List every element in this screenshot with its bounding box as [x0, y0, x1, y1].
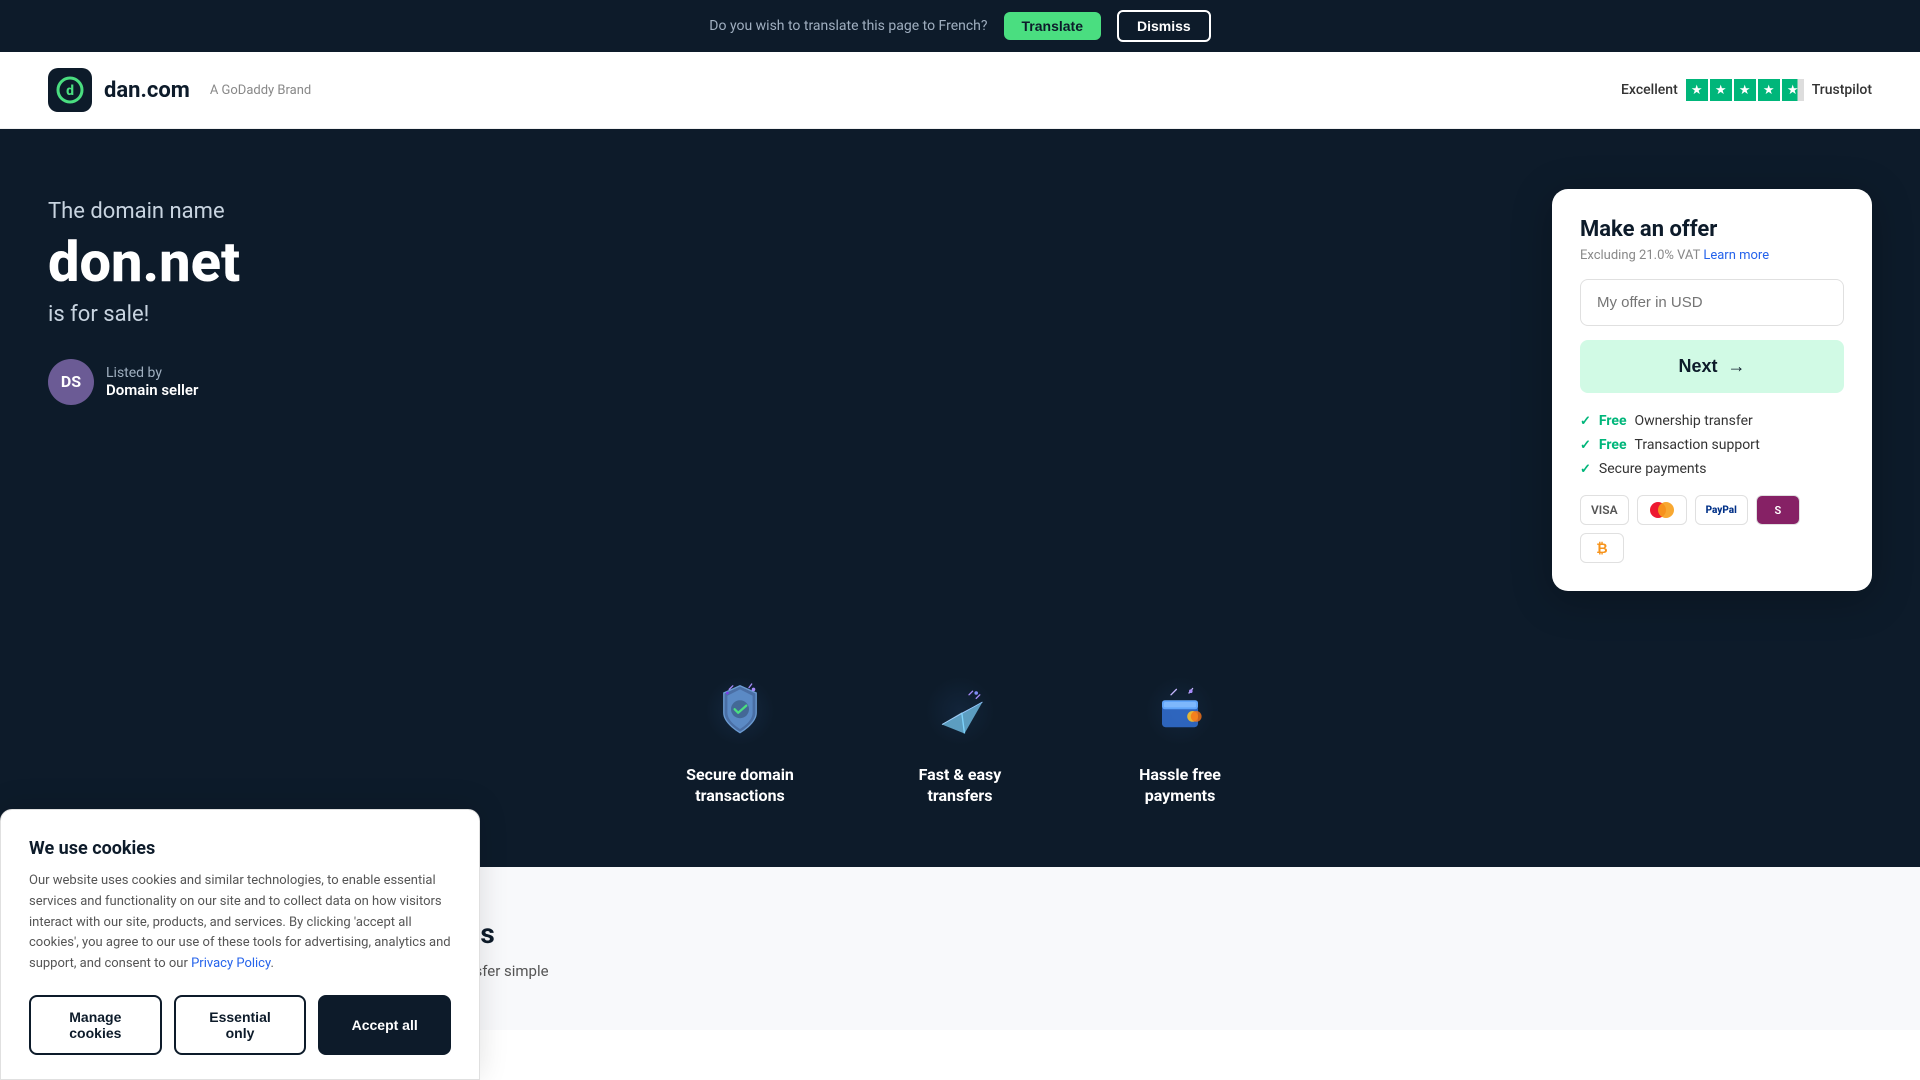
- cookie-banner: We use cookies Our website uses cookies …: [0, 809, 480, 1080]
- logo-icon: d: [48, 68, 92, 112]
- accept-all-button[interactable]: Accept all: [318, 995, 451, 1055]
- plane-icon: [920, 671, 1000, 751]
- offer-vat: Excluding 21.0% VAT Learn more: [1580, 248, 1844, 263]
- cookie-title: We use cookies: [29, 838, 451, 859]
- hero-section: The domain name don.net is for sale! DS …: [0, 129, 1920, 671]
- header: d dan.com A GoDaddy Brand Excellent ★ ★ …: [0, 52, 1920, 129]
- feature-secure: Secure domaintransactions: [660, 671, 820, 807]
- listed-by-info: Listed by Domain seller: [106, 365, 198, 399]
- trustpilot-name: Trustpilot: [1812, 82, 1872, 98]
- listed-by-label: Listed by: [106, 365, 198, 381]
- hero-subtitle: The domain name: [48, 199, 240, 224]
- benefit-secure: ✓ Secure payments: [1580, 461, 1844, 477]
- hero-forsale: is for sale!: [48, 302, 240, 327]
- arrow-icon: →: [1728, 356, 1746, 377]
- cookie-text: Our website uses cookies and similar tec…: [29, 871, 451, 975]
- hero-left: The domain name don.net is for sale! DS …: [48, 189, 240, 405]
- feature-transfer: Fast & easytransfers: [880, 671, 1040, 807]
- logo-brand: A GoDaddy Brand: [210, 83, 311, 98]
- star-3: ★: [1734, 79, 1756, 101]
- next-button[interactable]: Next →: [1580, 340, 1844, 393]
- payment-bitcoin: ₿: [1580, 533, 1624, 563]
- privacy-policy-link[interactable]: Privacy Policy: [191, 956, 270, 971]
- feature-transfer-label: Fast & easytransfers: [919, 765, 1002, 807]
- payment-paypal: PayPal: [1695, 495, 1748, 525]
- star-1: ★: [1686, 79, 1708, 101]
- payment-skrill: S: [1756, 495, 1800, 525]
- wallet-icon: [1140, 671, 1220, 751]
- check-icon-2: ✓: [1580, 438, 1591, 453]
- feature-secure-label: Secure domaintransactions: [686, 765, 794, 807]
- feature-payment-label: Hassle freepayments: [1139, 765, 1221, 807]
- essential-only-button[interactable]: Essential only: [174, 995, 307, 1055]
- translate-button[interactable]: Translate: [1004, 12, 1101, 40]
- avatar: DS: [48, 359, 94, 405]
- logo-text: dan.com: [104, 78, 190, 103]
- benefit-transaction: ✓ Free Transaction support: [1580, 437, 1844, 453]
- hero-domain: don.net: [48, 232, 240, 294]
- cookie-buttons: Manage cookies Essential only Accept all: [29, 995, 451, 1055]
- payment-visa: VISA: [1580, 495, 1629, 525]
- feature-payment: Hassle freepayments: [1100, 671, 1260, 807]
- translate-message: Do you wish to translate this page to Fr…: [709, 18, 987, 34]
- offer-card: Make an offer Excluding 21.0% VAT Learn …: [1552, 189, 1872, 591]
- check-icon-3: ✓: [1580, 462, 1591, 477]
- benefits-list: ✓ Free Ownership transfer ✓ Free Transac…: [1580, 413, 1844, 477]
- shield-icon: [700, 671, 780, 751]
- star-5: ★: [1782, 79, 1804, 101]
- trustpilot-stars: ★ ★ ★ ★ ★: [1686, 79, 1804, 101]
- translate-bar: Do you wish to translate this page to Fr…: [0, 0, 1920, 52]
- benefit-ownership: ✓ Free Ownership transfer: [1580, 413, 1844, 429]
- trustpilot-label: Excellent: [1621, 82, 1678, 98]
- offer-title: Make an offer: [1580, 217, 1844, 242]
- learn-more-link[interactable]: Learn more: [1703, 248, 1769, 263]
- manage-cookies-button[interactable]: Manage cookies: [29, 995, 162, 1055]
- svg-text:d: d: [66, 83, 74, 99]
- payment-icons: VISA PayPal S ₿: [1580, 495, 1844, 563]
- star-4: ★: [1758, 79, 1780, 101]
- listed-by-name: Domain seller: [106, 381, 198, 399]
- dismiss-button[interactable]: Dismiss: [1117, 10, 1211, 42]
- logo-area: d dan.com A GoDaddy Brand: [48, 68, 311, 112]
- trustpilot-area: Excellent ★ ★ ★ ★ ★ Trustpilot: [1621, 79, 1872, 101]
- listed-by: DS Listed by Domain seller: [48, 359, 240, 405]
- offer-input[interactable]: [1580, 279, 1844, 326]
- check-icon-1: ✓: [1580, 414, 1591, 429]
- star-2: ★: [1710, 79, 1732, 101]
- payment-mastercard: [1637, 495, 1687, 525]
